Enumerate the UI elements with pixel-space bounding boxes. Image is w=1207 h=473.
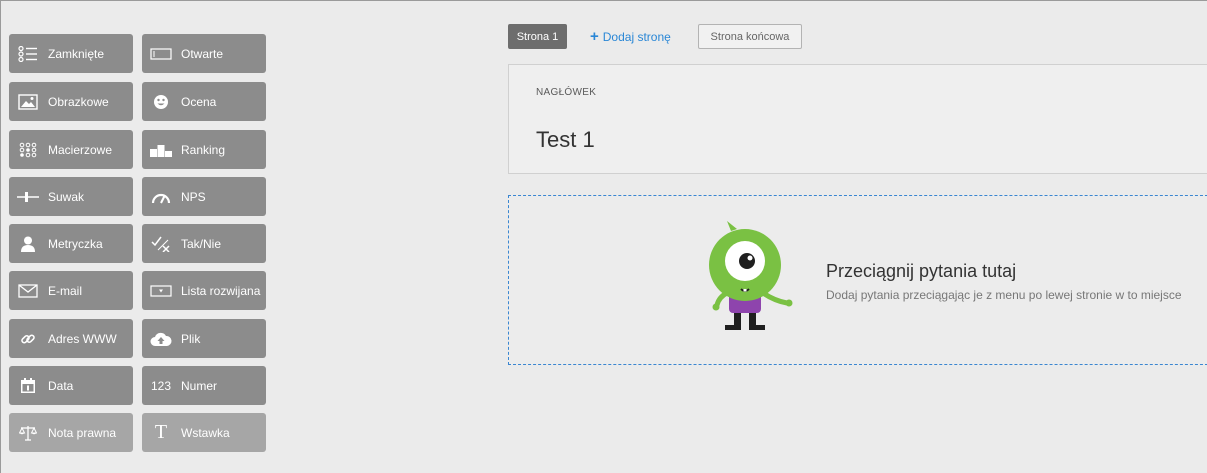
podium-icon (150, 142, 172, 158)
question-type-file[interactable]: Plik (142, 319, 266, 358)
smiley-icon (150, 94, 172, 110)
question-type-label: Nota prawna (48, 425, 117, 440)
question-type-label: Zamknięte (48, 46, 105, 61)
question-type-url[interactable]: Adres WWW (9, 319, 133, 358)
question-type-date[interactable]: Data (9, 366, 133, 405)
image-icon (17, 93, 39, 110)
matrix-icon (17, 142, 39, 158)
question-type-rating[interactable]: Ocena (142, 82, 266, 121)
question-type-matrix[interactable]: Macierzowe (9, 130, 133, 169)
mascot-monster-icon (709, 221, 793, 330)
question-type-label: Data (48, 378, 74, 393)
tab-page-1[interactable]: Strona 1 (508, 24, 567, 49)
question-type-text-insert[interactable]: T Wstawka (142, 413, 266, 452)
scales-icon (17, 425, 39, 441)
question-type-label: Adres WWW (48, 331, 117, 346)
add-page-label: Dodaj stronę (602, 29, 671, 44)
question-type-label: Numer (181, 378, 218, 393)
dropzone-subtitle: Dodaj pytania przeciągając je z menu po … (826, 288, 1182, 302)
plus-icon: + (590, 28, 599, 45)
question-type-label: Lista rozwijana (181, 283, 261, 298)
question-type-label: Macierzowe (48, 142, 113, 157)
question-type-label: Obrazkowe (48, 94, 109, 109)
closed-question-icon (17, 45, 39, 62)
dropdown-icon (150, 283, 172, 299)
question-type-demographics[interactable]: Metryczka (9, 224, 133, 263)
link-icon (17, 331, 39, 347)
question-type-label: Ocena (181, 94, 217, 109)
add-page-button[interactable]: + Dodaj stronę (590, 24, 671, 49)
question-type-label: Ranking (181, 142, 226, 157)
question-type-slider[interactable]: Suwak (9, 177, 133, 216)
gauge-icon (150, 189, 172, 205)
question-type-yes-no[interactable]: Tak/Nie (142, 224, 266, 263)
question-type-closed[interactable]: Zamknięte (9, 34, 133, 73)
question-type-label: NPS (181, 189, 206, 204)
person-icon (17, 236, 39, 252)
question-type-number[interactable]: 123 Numer (142, 366, 266, 405)
survey-header[interactable]: NAGŁÓWEK Test 1 (508, 64, 1207, 174)
yes-no-icon (150, 236, 172, 252)
question-type-label: Otwarte (181, 46, 224, 61)
cloud-upload-icon (150, 331, 172, 347)
header-caption: NAGŁÓWEK (536, 87, 597, 98)
question-type-label: E-mail (48, 283, 83, 298)
survey-title[interactable]: Test 1 (536, 127, 595, 153)
open-question-icon (150, 46, 172, 62)
question-type-image[interactable]: Obrazkowe (9, 82, 133, 121)
question-type-label: Wstawka (181, 425, 230, 440)
question-type-email[interactable]: E-mail (9, 271, 133, 310)
dropzone-title: Przeciągnij pytania tutaj (826, 261, 1017, 281)
text-insert-icon: T (154, 421, 168, 443)
question-type-label: Metryczka (48, 236, 103, 251)
number-icon: 123 (150, 378, 172, 393)
question-type-legal-note[interactable]: Nota prawna (9, 413, 133, 452)
tab-end-page[interactable]: Strona końcowa (698, 24, 802, 49)
envelope-icon (17, 283, 39, 299)
question-type-open[interactable]: Otwarte (142, 34, 266, 73)
calendar-icon (17, 378, 39, 394)
question-type-label: Plik (181, 331, 201, 346)
slider-icon (17, 189, 39, 205)
question-type-label: Tak/Nie (181, 236, 222, 251)
question-type-label: Suwak (48, 189, 85, 204)
question-type-dropdown[interactable]: Lista rozwijana (142, 271, 266, 310)
question-type-nps[interactable]: NPS (142, 177, 266, 216)
question-type-ranking[interactable]: Ranking (142, 130, 266, 169)
